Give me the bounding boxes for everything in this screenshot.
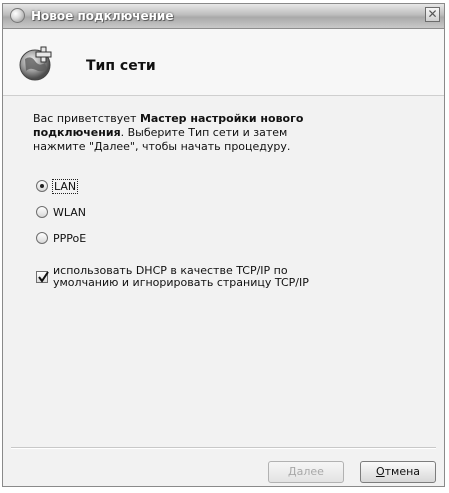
app-icon (10, 8, 25, 23)
next-button[interactable]: Далее (268, 461, 344, 483)
wizard-window: Новое подключение ✕ Тип сети Вас приветс… (2, 3, 445, 487)
radio-wlan[interactable]: WLAN (36, 204, 86, 220)
radio-wlan-label[interactable]: WLAN (53, 206, 86, 219)
dhcp-option[interactable]: использовать DHCP в качестве TCP/IP по у… (36, 265, 353, 289)
radio-lan[interactable]: LAN (36, 178, 79, 194)
checkmark-icon (38, 271, 49, 283)
cancel-label-rest: тмена (384, 465, 421, 478)
page-title: Тип сети (86, 58, 156, 74)
wizard-header: Тип сети (3, 29, 444, 96)
radio-pppoe[interactable]: PPPoE (36, 230, 86, 246)
radio-wlan-button[interactable] (36, 206, 48, 218)
window-title: Новое подключение (31, 9, 174, 23)
radio-pppoe-label[interactable]: PPPoE (53, 232, 86, 245)
cancel-button[interactable]: Отмена (360, 461, 436, 483)
title-bar[interactable]: Новое подключение ✕ (3, 4, 444, 29)
close-button[interactable]: ✕ (425, 7, 440, 22)
dhcp-checkbox[interactable] (36, 271, 49, 283)
radio-pppoe-button[interactable] (36, 232, 48, 244)
intro-text: Вас приветствует Мастер настройки нового… (33, 112, 313, 154)
dhcp-checkbox-label[interactable]: использовать DHCP в качестве TCP/IP по у… (53, 265, 353, 289)
cancel-mnemonic: О (375, 465, 385, 478)
button-separator (11, 447, 436, 449)
intro-text-part1: Вас приветствует (33, 112, 140, 125)
radio-lan-label[interactable]: LAN (51, 178, 79, 194)
network-plus-icon (19, 46, 52, 81)
radio-lan-button[interactable] (36, 180, 48, 192)
